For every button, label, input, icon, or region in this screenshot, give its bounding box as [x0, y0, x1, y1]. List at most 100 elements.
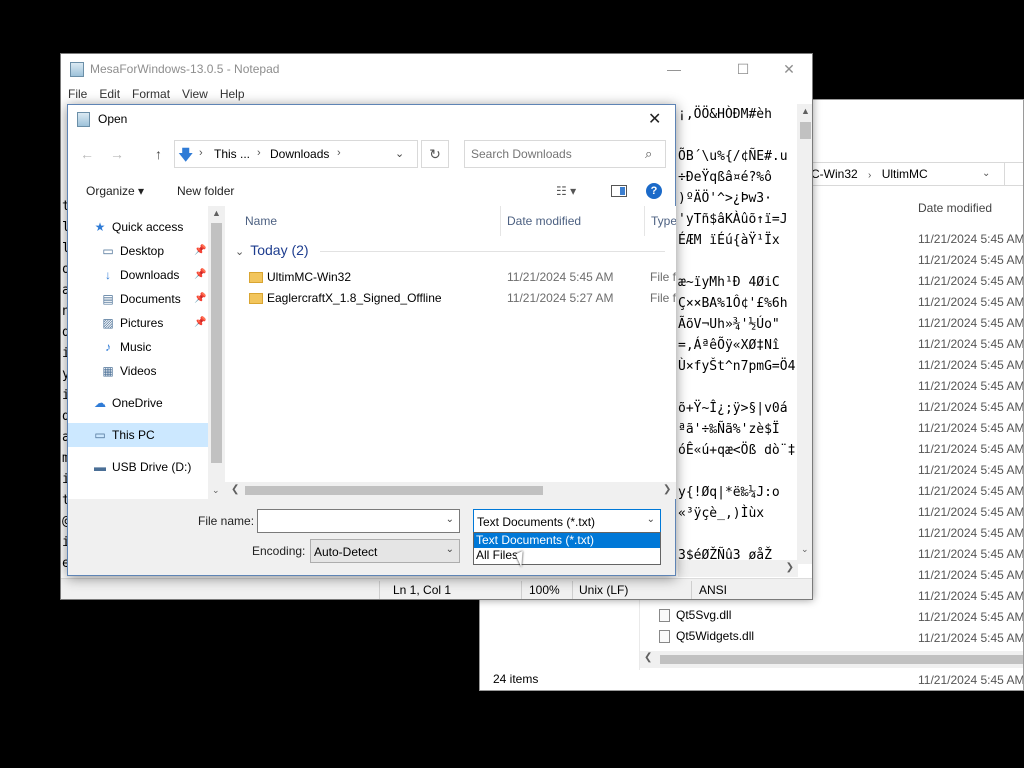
scrollbar-thumb[interactable] — [800, 122, 811, 139]
scroll-down-arrow-icon[interactable]: ⌄ — [801, 544, 809, 555]
file-date: 11/21/2024 5:45 AM — [918, 589, 1024, 603]
scroll-up-arrow-icon[interactable]: ▲ — [212, 208, 221, 218]
text-line: Ç××BA%1Ô¢'£%6h — [678, 296, 788, 311]
sidebar-item-label: This PC — [112, 428, 155, 442]
chevron-right-icon[interactable]: › — [337, 147, 341, 159]
dialog-title-bar[interactable]: Open ✕ — [68, 105, 675, 134]
list-item[interactable]: Qt5Widgets.dll — [659, 626, 754, 647]
sidebar-item-music[interactable]: ♪ Music — [68, 335, 208, 359]
search-box[interactable]: ⌕ — [464, 140, 666, 168]
downloads-icon: 🡇 — [178, 147, 194, 164]
chevron-down-icon[interactable]: ⌄ — [647, 514, 655, 525]
sidebar-item-downloads[interactable]: ↓ Downloads 📌 — [68, 263, 208, 287]
breadcrumb-this-pc[interactable]: This ... — [214, 147, 250, 161]
preview-pane-icon[interactable] — [611, 185, 627, 197]
group-header-today[interactable]: ⌄ Today (2) — [235, 242, 309, 258]
column-separator[interactable] — [644, 206, 645, 236]
scroll-left-arrow-icon[interactable]: ❮ — [231, 484, 239, 495]
scrollbar-thumb[interactable] — [660, 655, 1023, 664]
menu-help[interactable]: Help — [213, 84, 250, 104]
scrollbar-thumb[interactable] — [211, 223, 222, 463]
back-arrow-icon[interactable]: ← — [80, 146, 94, 162]
chevron-down-icon[interactable]: ⌄ — [446, 544, 454, 555]
chevron-down-icon[interactable]: ⌄ — [982, 163, 990, 185]
scroll-down-arrow-icon[interactable]: ⌄ — [212, 485, 220, 496]
zoom-level: 100% — [529, 583, 560, 597]
scroll-left-arrow-icon[interactable]: ❮ — [644, 652, 652, 663]
option-text-documents[interactable]: Text Documents (*.txt) — [474, 533, 660, 548]
encoding-dropdown[interactable]: Auto-Detect ⌄ — [310, 539, 460, 563]
scroll-right-arrow-icon[interactable]: ❯ — [663, 484, 671, 495]
file-type-dropdown[interactable]: Text Documents (*.txt) ⌄ — [473, 509, 661, 533]
chevron-right-icon[interactable]: › — [199, 147, 203, 159]
file-date: 11/21/2024 5:45 AM — [918, 505, 1024, 519]
menu-edit[interactable]: Edit — [92, 84, 125, 104]
maximize-button[interactable]: ☐ — [720, 54, 766, 84]
file-type: File fo — [650, 270, 676, 284]
column-header-date-modified[interactable]: Date modified — [507, 214, 581, 228]
menu-file[interactable]: File — [61, 84, 92, 104]
table-row[interactable]: EaglercraftX_1.8_Signed_Offline 11/21/20… — [225, 288, 676, 309]
window-title: MesaForWindows-13.0.5 - Notepad — [90, 62, 280, 76]
scroll-right-arrow-icon[interactable]: ❯ — [786, 562, 794, 573]
chevron-right-icon[interactable]: › — [257, 147, 261, 159]
horizontal-scrollbar[interactable]: ❮ — [640, 651, 1023, 668]
breadcrumb-current[interactable]: UltimMC — [882, 167, 928, 181]
sidebar-item-quick-access[interactable]: ★ Quick access — [68, 215, 208, 239]
horizontal-scrollbar[interactable]: ❯ — [678, 560, 798, 577]
pin-icon: 📌 — [194, 317, 207, 328]
horizontal-scrollbar[interactable]: ❮ ❯ — [225, 482, 676, 499]
refresh-button[interactable]: ↻ — [421, 140, 449, 168]
sidebar-item-this-pc[interactable]: ▭ This PC — [68, 423, 208, 447]
search-input[interactable] — [471, 147, 641, 161]
notepad-title-bar[interactable]: MesaForWindows-13.0.5 - Notepad — ☐ ✕ — [61, 54, 812, 84]
sidebar-item-desktop[interactable]: ▭ Desktop 📌 — [68, 239, 208, 263]
scroll-up-arrow-icon[interactable]: ▲ — [801, 106, 810, 116]
sidebar-item-documents[interactable]: ▤ Documents 📌 — [68, 287, 208, 311]
explorer-address-bar[interactable]: C-Win32 › UltimMC ⌄ — [810, 162, 1023, 186]
vertical-scrollbar[interactable]: ▲ ⌄ — [208, 206, 225, 499]
column-header-type[interactable]: Type — [651, 214, 676, 228]
column-header-date-modified[interactable]: Date modified — [918, 201, 992, 215]
file-date: 11/21/2024 5:45 AM — [918, 274, 1024, 288]
scrollbar-thumb[interactable] — [245, 486, 543, 495]
table-row[interactable]: UltimMC-Win32 11/21/2024 5:45 AM File fo — [225, 267, 676, 288]
column-header-name[interactable]: Name — [245, 214, 277, 228]
file-name-input[interactable]: ⌄ — [257, 509, 460, 533]
close-button[interactable]: ✕ — [648, 109, 661, 129]
file-date: 11/21/2024 5:45 AM — [918, 442, 1024, 456]
close-button[interactable]: ✕ — [766, 54, 812, 84]
encoding-label: Encoding: — [252, 544, 306, 558]
option-all-files[interactable]: All Files — [474, 548, 660, 563]
chevron-down-icon[interactable]: ⌄ — [235, 246, 244, 258]
chevron-down-icon[interactable]: ⌄ — [446, 514, 454, 525]
list-item[interactable]: Qt5Svg.dll — [659, 605, 731, 626]
view-options-icon[interactable]: ☷ ▾ — [556, 184, 576, 198]
forward-arrow-icon[interactable]: → — [110, 146, 124, 162]
help-button[interactable]: ? — [646, 183, 662, 199]
pin-icon: 📌 — [194, 293, 207, 304]
chevron-down-icon[interactable]: ⌄ — [395, 147, 404, 160]
text-line: óÊ«ú+qæ<Öß dò¨‡N — [678, 443, 796, 458]
notepad-icon — [77, 112, 90, 127]
sidebar-item-onedrive[interactable]: ☁ OneDrive — [68, 391, 208, 415]
breadcrumb-downloads[interactable]: Downloads — [270, 147, 329, 161]
new-folder-button[interactable]: New folder — [177, 184, 234, 198]
sidebar-item-label: OneDrive — [112, 396, 163, 410]
up-arrow-icon[interactable]: ↑ — [155, 146, 162, 162]
sidebar-item-usb-drive-d[interactable]: ▬ USB Drive (D:) — [68, 455, 208, 479]
menu-view[interactable]: View — [175, 84, 213, 104]
file-type-selected: Text Documents (*.txt) — [477, 515, 596, 529]
vertical-scrollbar[interactable]: ▲ ⌄ — [797, 104, 812, 564]
file-date: 11/21/2024 5:27 AM — [507, 291, 614, 305]
menu-format[interactable]: Format — [125, 84, 175, 104]
file-type-options-list: Text Documents (*.txt) All Files — [473, 532, 661, 565]
address-bar[interactable]: 🡇 › This ... › Downloads › ⌄ — [174, 140, 418, 168]
column-separator[interactable] — [500, 206, 501, 236]
sidebar-item-videos[interactable]: ▦ Videos — [68, 359, 208, 383]
pin-icon: 📌 — [194, 269, 207, 280]
sidebar-item-pictures[interactable]: ▨ Pictures 📌 — [68, 311, 208, 335]
minimize-button[interactable]: — — [651, 54, 697, 84]
organize-button[interactable]: Organize ▾ — [86, 184, 144, 198]
breadcrumb-parent[interactable]: C-Win32 — [811, 167, 858, 181]
